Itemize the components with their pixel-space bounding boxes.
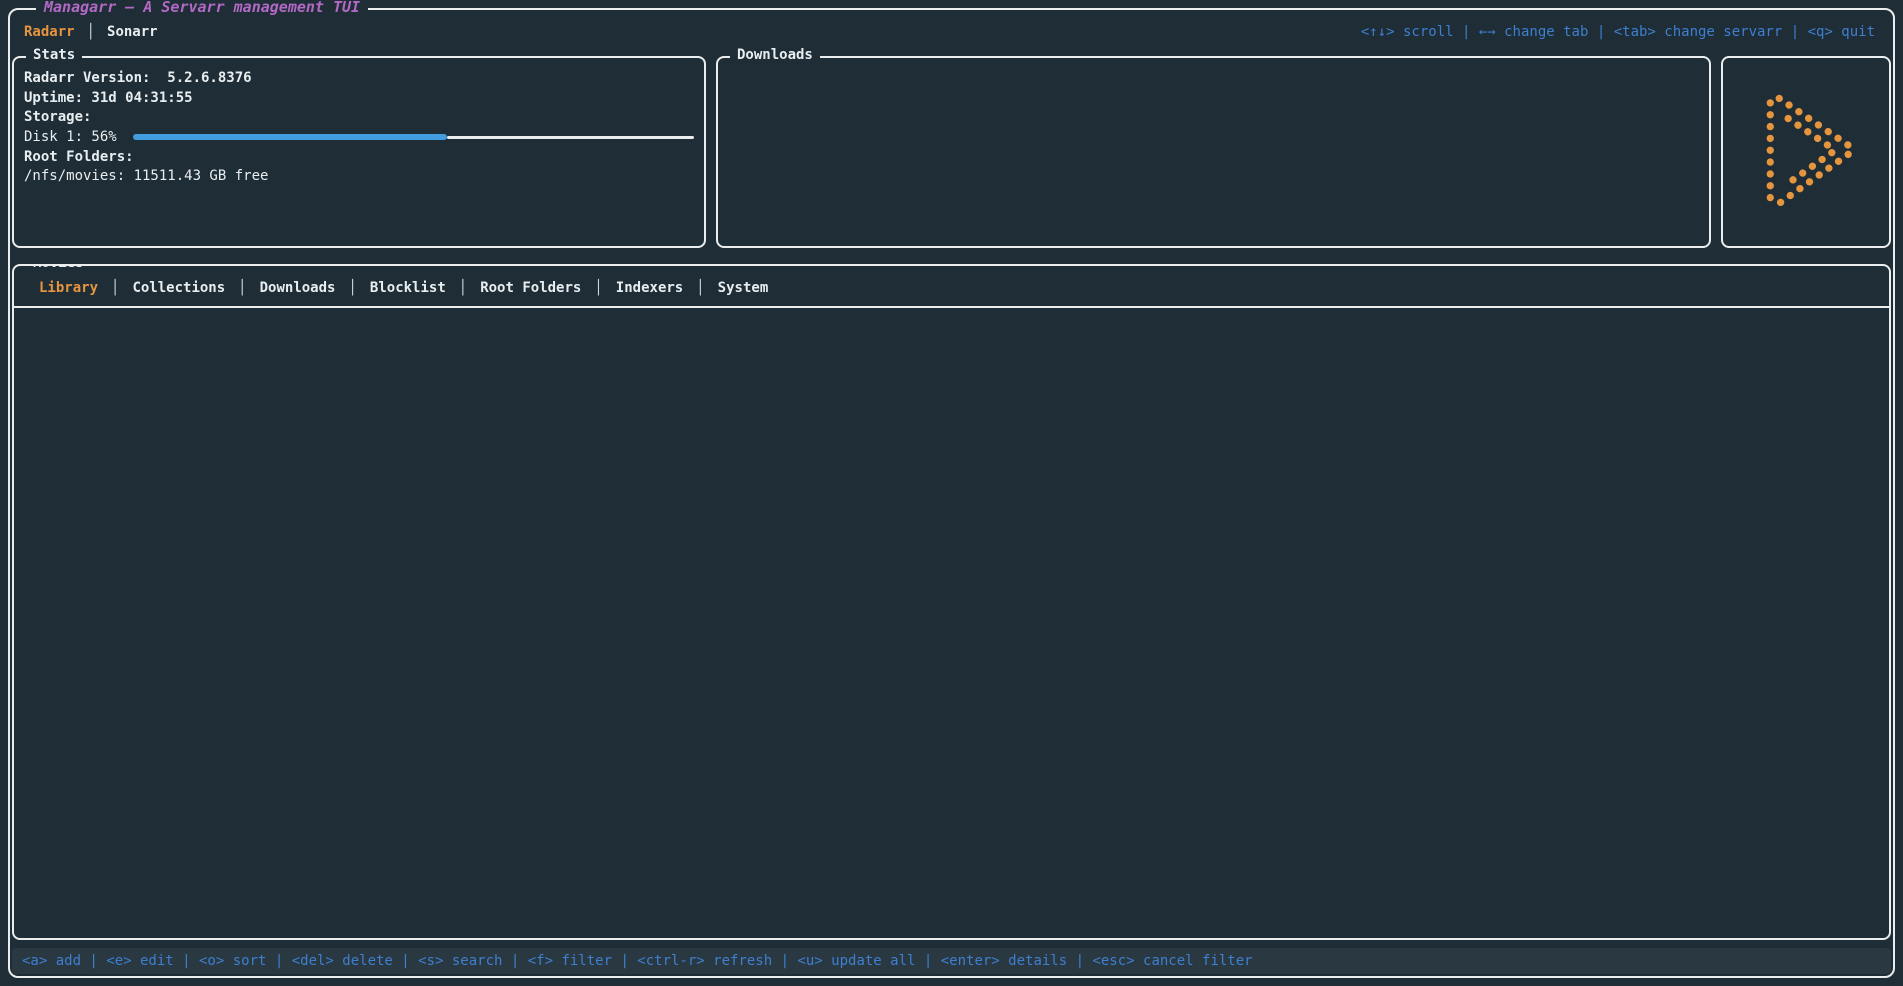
tab-separator: │ — [238, 280, 246, 296]
servarr-tab-radarr[interactable]: Radarr — [24, 24, 87, 40]
downloads-panel-title: Downloads — [730, 47, 820, 63]
storage-label: Storage: — [24, 107, 694, 127]
table-header — [14, 317, 1889, 339]
servarr-tabs: Radarr│Sonarr — [24, 24, 170, 40]
top-panels: Stats Radarr Version: 5.2.6.8376 Uptime:… — [12, 56, 1891, 248]
tab-library[interactable]: Library — [26, 280, 111, 296]
logo-panel — [1721, 56, 1891, 248]
tab-blocklist[interactable]: Blocklist — [357, 280, 459, 296]
tab-separator: │ — [111, 280, 119, 296]
tab-separator: │ — [696, 280, 704, 296]
movies-panel-title: Movies — [26, 264, 91, 271]
tab-separator: │ — [348, 280, 356, 296]
uptime: Uptime: 31d 04:31:55 — [24, 88, 694, 108]
movies-tab-bar: Library│Collections│Downloads│Blocklist│… — [14, 266, 1889, 308]
tab-separator: │ — [459, 280, 467, 296]
movies-panel: Movies Library│Collections│Downloads│Blo… — [12, 264, 1891, 940]
stats-panel: Stats Radarr Version: 5.2.6.8376 Uptime:… — [12, 56, 706, 248]
radarr-version: Radarr Version: 5.2.6.8376 — [24, 68, 694, 88]
downloads-panel: Downloads — [716, 56, 1711, 248]
tab-collections[interactable]: Collections — [119, 280, 238, 296]
context-keybindings-bar: <a> add | <e> edit | <o> sort | <del> de… — [12, 948, 1891, 974]
global-keybindings: <↑↓> scroll | ←→ change tab | <tab> chan… — [1361, 24, 1875, 40]
root-folders-label: Root Folders: — [24, 147, 694, 167]
tab-separator: │ — [594, 280, 602, 296]
disk-usage-gauge: Disk 1: 56% — [24, 127, 694, 147]
disk-usage-label: Disk 1: 56% — [24, 129, 125, 145]
tab-downloads[interactable]: Downloads — [247, 280, 349, 296]
managarr-logo-icon — [1739, 73, 1873, 231]
tab-separator: │ — [87, 24, 95, 40]
disk-usage-bar — [133, 127, 694, 147]
root-folder-value: /nfs/movies: 11511.43 GB free — [24, 166, 694, 186]
servarr-tab-sonarr[interactable]: Sonarr — [95, 24, 170, 40]
stats-panel-title: Stats — [26, 47, 82, 63]
managarr-window: Managarr – A Servarr management TUI Rada… — [8, 8, 1895, 978]
app-title: Managarr – A Servarr management TUI — [36, 0, 368, 16]
tab-root-folders[interactable]: Root Folders — [467, 280, 594, 296]
tab-indexers[interactable]: Indexers — [603, 280, 696, 296]
tab-system[interactable]: System — [705, 280, 782, 296]
